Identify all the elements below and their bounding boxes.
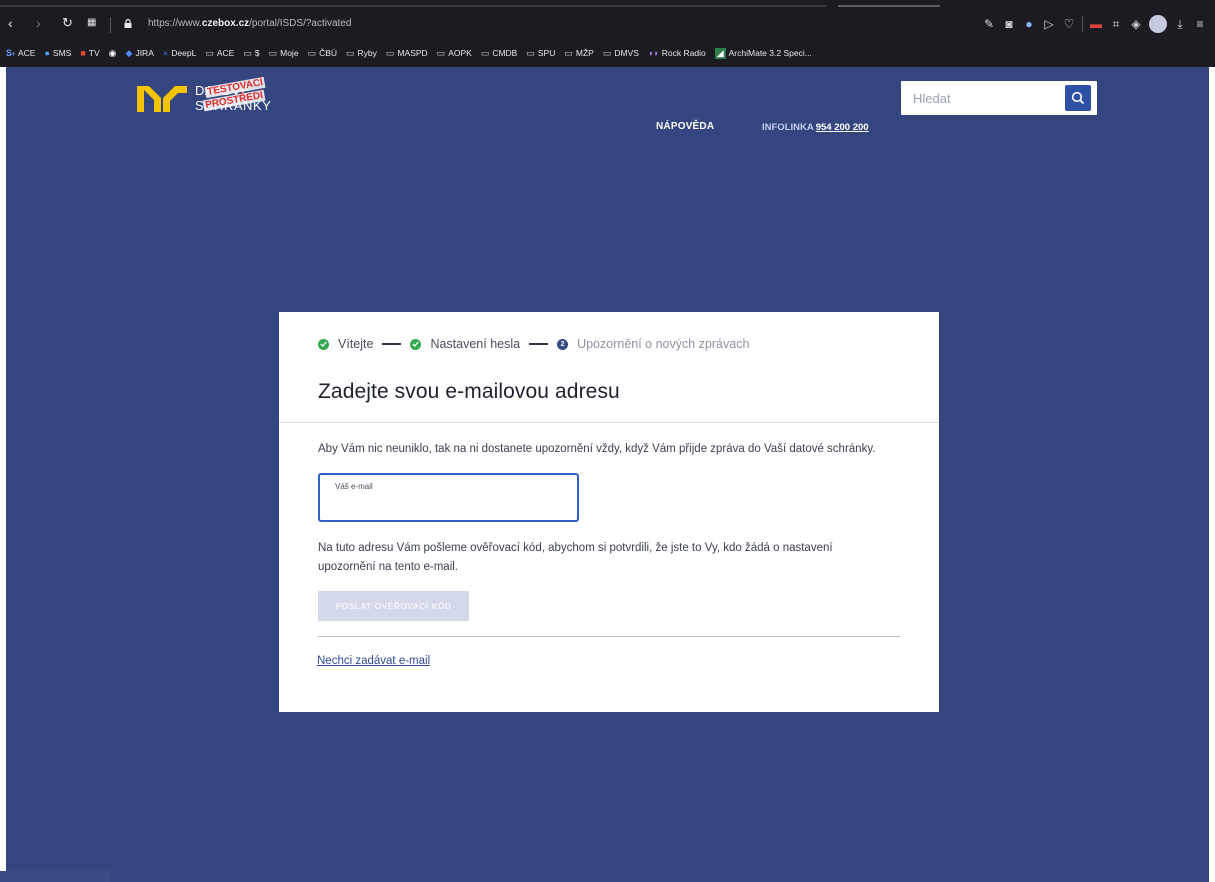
- step-welcome: Vítejte: [318, 337, 373, 351]
- infoline-number-link[interactable]: 954 200 200: [816, 122, 869, 133]
- logo[interactable]: DATOVÉ SCHRÁNKY TESTOVACÍ PROSTŘEDÍ: [137, 76, 287, 116]
- bookmark-folder-moje[interactable]: ▭ Moje: [269, 48, 299, 59]
- circle-icon: ◉: [108, 47, 117, 58]
- extension-icon[interactable]: ▬: [1089, 17, 1103, 31]
- package-icon[interactable]: ◈: [1129, 17, 1143, 31]
- bookmark-tv[interactable]: ■ TV: [80, 48, 99, 58]
- bookmark-folder-spu[interactable]: ▭ SPU: [526, 48, 555, 59]
- page-title: Zadejte svou e-mailovou adresu: [318, 380, 620, 403]
- step-password: Nastavení hesla: [410, 337, 520, 351]
- folder-icon: ▭: [385, 47, 395, 58]
- step-number-badge: 2: [557, 338, 569, 350]
- bookmark-deepl[interactable]: ● DeepL: [163, 48, 197, 58]
- step-label: Upozornění o nových zprávach: [577, 337, 750, 351]
- bookmark-circle[interactable]: ◉: [109, 48, 117, 59]
- archimate-icon: ◢: [714, 47, 726, 59]
- radio-icon: ◖◗: [647, 48, 659, 58]
- bookmark-folder-maspd[interactable]: ▭ MASPD: [386, 48, 428, 59]
- infoline-label: INFOLINKA: [762, 122, 814, 133]
- browser-chrome: ‹ › ↻ ▦ https://www.czebox.cz/portal/ISD…: [0, 0, 1215, 67]
- tab-strip: [0, 5, 1215, 7]
- email-field-label: Váš e-mail: [335, 482, 373, 491]
- step-label: Nastavení hesla: [430, 337, 521, 351]
- deepl-icon: ●: [162, 48, 169, 58]
- search-icon: [1071, 91, 1085, 105]
- reload-icon[interactable]: ↻: [62, 15, 73, 31]
- folder-icon: ▭: [480, 47, 490, 58]
- bookmark-ace[interactable]: S› ACE: [6, 48, 35, 58]
- folder-icon: ▭: [268, 47, 278, 58]
- email-setup-card: Vítejte Nastavení hesla 2 Upozornění o n…: [279, 312, 939, 712]
- send-verification-code-button[interactable]: POSLAT OVĚŘOVACÍ KÓD: [318, 591, 469, 621]
- bookmark-folder-cmdb[interactable]: ▭ CMDB: [481, 48, 518, 59]
- email-field[interactable]: Váš e-mail: [318, 473, 579, 522]
- status-bar: [0, 871, 111, 882]
- bookmark-folder-dollar[interactable]: ▭ $: [243, 48, 259, 59]
- wizard-steps: Vítejte Nastavení hesla 2 Upozornění o n…: [318, 337, 749, 351]
- download-icon[interactable]: ⤓: [1173, 17, 1187, 32]
- bookmark-archimate[interactable]: ◢ ArchiMate 3.2 Speci...: [714, 47, 812, 59]
- avatar[interactable]: [1149, 15, 1167, 33]
- nav-help-link[interactable]: NÁPOVĚDA: [656, 121, 714, 132]
- tv-icon: ■: [80, 48, 86, 58]
- crop-icon[interactable]: ⌗: [1109, 17, 1123, 32]
- folder-icon: ▭: [602, 47, 612, 58]
- folder-icon: ▭: [436, 47, 446, 58]
- bookmark-folder-mzp[interactable]: ▭ MŽP: [564, 48, 593, 59]
- chat-icon: ●: [44, 48, 50, 58]
- skip-email-link[interactable]: Nechci zadávat e-mail: [317, 655, 430, 667]
- check-icon: [318, 338, 329, 350]
- bookmark-folder-ace[interactable]: ▭ ACE: [205, 48, 234, 59]
- search-button[interactable]: [1065, 85, 1091, 111]
- divider: [279, 422, 939, 423]
- speed-dial-icon[interactable]: ▦: [87, 17, 96, 28]
- step-label: Vítejte: [338, 337, 374, 351]
- folder-icon: ▭: [526, 47, 535, 58]
- bookmark-jira[interactable]: ◆ JIRA: [126, 48, 154, 59]
- menu-icon[interactable]: ≡: [1193, 17, 1207, 31]
- forward-icon[interactable]: ›: [36, 15, 41, 31]
- back-icon[interactable]: ‹: [8, 15, 13, 31]
- folder-icon: ▭: [205, 47, 214, 58]
- infoline: INFOLINKA 954 200 200: [762, 122, 869, 133]
- bookmark-folder-dmvs[interactable]: ▭ DMVS: [603, 48, 639, 59]
- folder-icon: ▭: [243, 47, 252, 58]
- step-connector: [529, 343, 549, 345]
- s-icon: S›: [6, 48, 15, 58]
- send-icon[interactable]: ▷: [1042, 17, 1056, 31]
- heart-icon[interactable]: ♡: [1062, 17, 1076, 31]
- folder-icon: ▭: [564, 47, 573, 58]
- step-notifications: 2 Upozornění o nových zprávach: [557, 337, 749, 351]
- explanation-text: Na tuto adresu Vám pošleme ověřovací kód…: [318, 542, 833, 573]
- bookmark-sms[interactable]: ● SMS: [44, 48, 71, 58]
- search-input[interactable]: [901, 81, 1061, 115]
- bookmark-folder-cbu[interactable]: ▭ ČBÚ: [308, 48, 337, 59]
- capture-icon[interactable]: ◙: [1002, 17, 1016, 31]
- jira-icon: ◆: [125, 47, 133, 58]
- bookmark-folder-ryby[interactable]: ▭ Ryby: [346, 48, 377, 59]
- divider: [318, 636, 900, 637]
- folder-icon: ▭: [307, 47, 317, 58]
- folder-icon: ▭: [346, 47, 355, 58]
- email-input[interactable]: [333, 495, 563, 517]
- step-connector: [382, 343, 402, 345]
- shield-icon[interactable]: ●: [1022, 17, 1036, 31]
- address-bar[interactable]: https://www.czebox.cz/portal/ISDS/?activ…: [148, 18, 351, 29]
- bookmark-folder-aopk[interactable]: ▭ AOPK: [437, 48, 472, 59]
- page-body: DATOVÉ SCHRÁNKY TESTOVACÍ PROSTŘEDÍ NÁPO…: [6, 67, 1209, 882]
- intro-text: Aby Vám nic neuniklo, tak na ni dostanet…: [318, 443, 876, 455]
- active-tab-indicator[interactable]: [838, 5, 940, 7]
- lock-icon[interactable]: [124, 19, 132, 28]
- bookmarks-bar: S› ACE ● SMS ■ TV ◉ ◆ JIRA ● DeepL ▭ ACE ▭ $ ▭ M…: [6, 44, 1215, 62]
- toolbar-actions: ✎ ◙ ● ▷ ♡ ▬ ⌗ ◈ ⤓ ≡: [982, 15, 1207, 33]
- check-icon: [410, 338, 422, 350]
- edit-icon[interactable]: ✎: [982, 17, 996, 31]
- bookmark-rock-radio[interactable]: ◖◗ Rock Radio: [648, 48, 706, 58]
- browser-toolbar: ‹ › ↻ ▦ https://www.czebox.cz/portal/ISD…: [0, 12, 1215, 38]
- search-box: [901, 81, 1097, 115]
